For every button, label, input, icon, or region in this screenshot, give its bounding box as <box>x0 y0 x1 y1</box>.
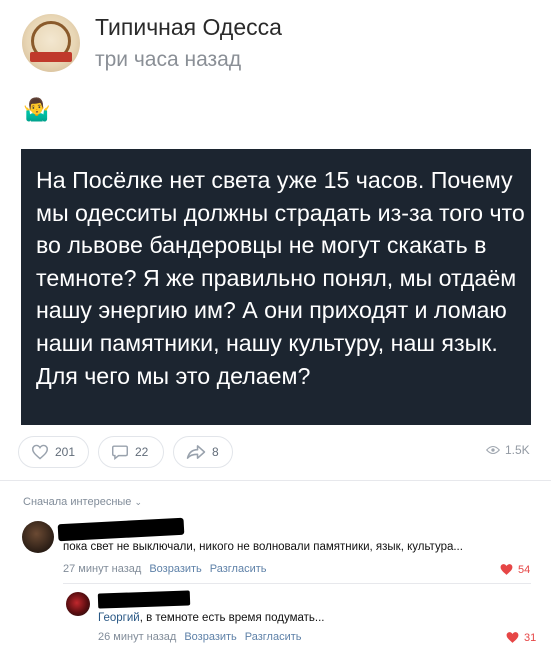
redacted-author-name <box>57 517 185 542</box>
reply-like-count: 31 <box>524 631 537 644</box>
chevron-down-icon: ⌄ <box>134 497 143 507</box>
reply-link[interactable]: Возразить <box>184 631 236 643</box>
reply-link[interactable]: Возразить <box>149 563 201 575</box>
eye-icon <box>486 445 500 455</box>
reply-text: Георгий, в темноте есть время подумать..… <box>98 612 324 624</box>
reply-author-avatar[interactable] <box>66 592 90 616</box>
views-counter: 1.5K <box>486 443 530 457</box>
reply-body: , в темноте есть время подумать... <box>139 612 325 624</box>
mention-link[interactable]: Георгий <box>98 612 140 624</box>
share-count: 8 <box>212 445 219 459</box>
heart-icon <box>31 444 49 460</box>
comment-like-count: 54 <box>518 563 531 576</box>
share-link[interactable]: Разгласить <box>245 631 302 643</box>
comment-author-avatar[interactable] <box>22 521 54 553</box>
post-text: На Посёлке нет света уже 15 часов. Почем… <box>36 167 525 389</box>
reply-like-button[interactable]: 31 <box>505 631 536 644</box>
share-button[interactable]: 8 <box>173 436 233 468</box>
comment-like-button[interactable]: 54 <box>499 563 530 576</box>
comment-button[interactable]: 22 <box>98 436 164 468</box>
views-count: 1.5K <box>505 443 530 457</box>
comment-time[interactable]: 27 минут назад <box>63 563 141 575</box>
group-name[interactable]: Типичная Одесса <box>95 14 282 41</box>
comments-sort-dropdown[interactable]: Сначала интересные ⌄ <box>23 496 142 508</box>
comment-text: пока свет не выключали, никого не волнов… <box>63 541 463 553</box>
redacted-author-name <box>97 590 191 609</box>
reply-time[interactable]: 26 минут назад <box>98 631 176 643</box>
like-count: 201 <box>55 445 76 459</box>
comment-icon <box>112 445 128 460</box>
like-button[interactable]: 201 <box>18 436 89 468</box>
comment-meta: 27 минут назад Возразить Разгласить <box>63 563 267 575</box>
heart-filled-icon <box>500 564 513 575</box>
reply-meta: 26 минут назад Возразить Разгласить <box>98 631 302 643</box>
post-time[interactable]: три часа назад <box>95 48 241 72</box>
comment-count: 22 <box>135 445 149 459</box>
comment-divider <box>63 583 531 584</box>
group-avatar[interactable] <box>22 14 80 72</box>
sort-label: Сначала интересные <box>23 496 132 508</box>
section-divider <box>0 480 551 481</box>
ribbon-decoration <box>30 52 72 62</box>
shrug-emoji: 🤷‍♂️ <box>23 97 51 122</box>
share-link[interactable]: Разгласить <box>210 563 267 575</box>
heart-filled-icon <box>506 632 519 643</box>
share-arrow-icon <box>186 445 206 459</box>
